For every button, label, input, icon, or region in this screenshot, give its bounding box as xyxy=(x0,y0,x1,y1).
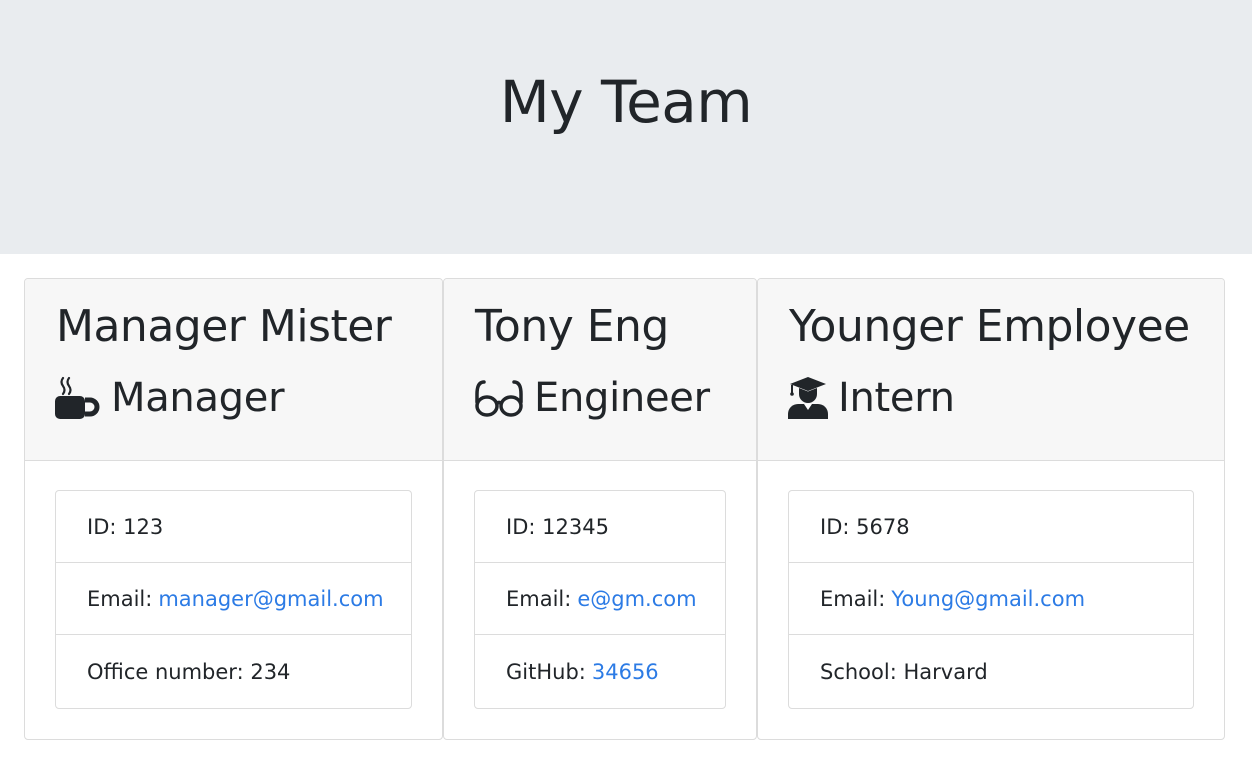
list-item-email: Email: e@gm.com xyxy=(475,563,725,635)
github-link[interactable]: 34656 xyxy=(592,660,659,684)
employee-role: Engineer xyxy=(474,375,710,421)
id-value: 123 xyxy=(123,514,164,539)
coffee-icon xyxy=(55,376,101,420)
list-item-id: ID: 123 xyxy=(56,491,411,563)
list-item-email: Email: Young@gmail.com xyxy=(789,563,1193,635)
employee-card-manager: Manager Mister Manager ID: 123 Email: ma… xyxy=(24,278,443,740)
role-label: Engineer xyxy=(534,375,710,421)
card-header: Younger Employee Intern xyxy=(758,279,1224,461)
email-label: Email: xyxy=(87,586,153,611)
office-number-value: 234 xyxy=(250,660,291,684)
school-value: Harvard xyxy=(903,660,988,684)
list-item-email: Email: manager@gmail.com xyxy=(56,563,411,635)
id-value: 5678 xyxy=(856,514,910,539)
github-label: GitHub: xyxy=(506,660,586,684)
id-label: ID: xyxy=(87,514,117,539)
employee-role: Manager xyxy=(55,375,285,421)
page-title: My Team xyxy=(499,68,753,136)
list-item-school: School: Harvard xyxy=(789,636,1193,708)
list-item-id: ID: 12345 xyxy=(475,491,725,563)
card-header: Tony Eng Engineer xyxy=(444,279,756,461)
card-header: Manager Mister Manager xyxy=(25,279,442,461)
employee-details-list: ID: 5678 Email: Young@gmail.com School: … xyxy=(788,490,1194,709)
id-label: ID: xyxy=(506,514,536,539)
graduate-icon xyxy=(788,376,828,420)
list-item-id: ID: 5678 xyxy=(789,491,1193,563)
office-number-label: Office number: xyxy=(87,660,244,684)
id-value: 12345 xyxy=(542,514,609,539)
page-header: My Team xyxy=(0,0,1252,254)
email-link[interactable]: Young@gmail.com xyxy=(891,587,1085,611)
role-label: Manager xyxy=(111,375,285,421)
employee-card-engineer: Tony Eng Engineer ID: 12345 Email: e@gm.… xyxy=(443,278,757,740)
email-link[interactable]: e@gm.com xyxy=(577,587,696,611)
employee-card-intern: Younger Employee Intern ID: 5678 Email: … xyxy=(757,278,1225,740)
employee-name: Tony Eng xyxy=(475,301,669,352)
employee-name: Manager Mister xyxy=(56,301,392,352)
school-label: School: xyxy=(820,660,897,684)
list-item-office-number: Office number: 234 xyxy=(56,636,411,708)
employee-name: Younger Employee xyxy=(789,301,1190,352)
employee-role: Intern xyxy=(788,375,955,421)
email-label: Email: xyxy=(506,586,572,611)
employee-details-list: ID: 12345 Email: e@gm.com GitHub: 34656 xyxy=(474,490,726,709)
role-label: Intern xyxy=(838,375,955,421)
email-label: Email: xyxy=(820,586,886,611)
glasses-icon xyxy=(474,378,524,418)
employee-details-list: ID: 123 Email: manager@gmail.com Office … xyxy=(55,490,412,709)
list-item-github: GitHub: 34656 xyxy=(475,636,725,708)
id-label: ID: xyxy=(820,514,850,539)
email-link[interactable]: manager@gmail.com xyxy=(158,587,383,611)
